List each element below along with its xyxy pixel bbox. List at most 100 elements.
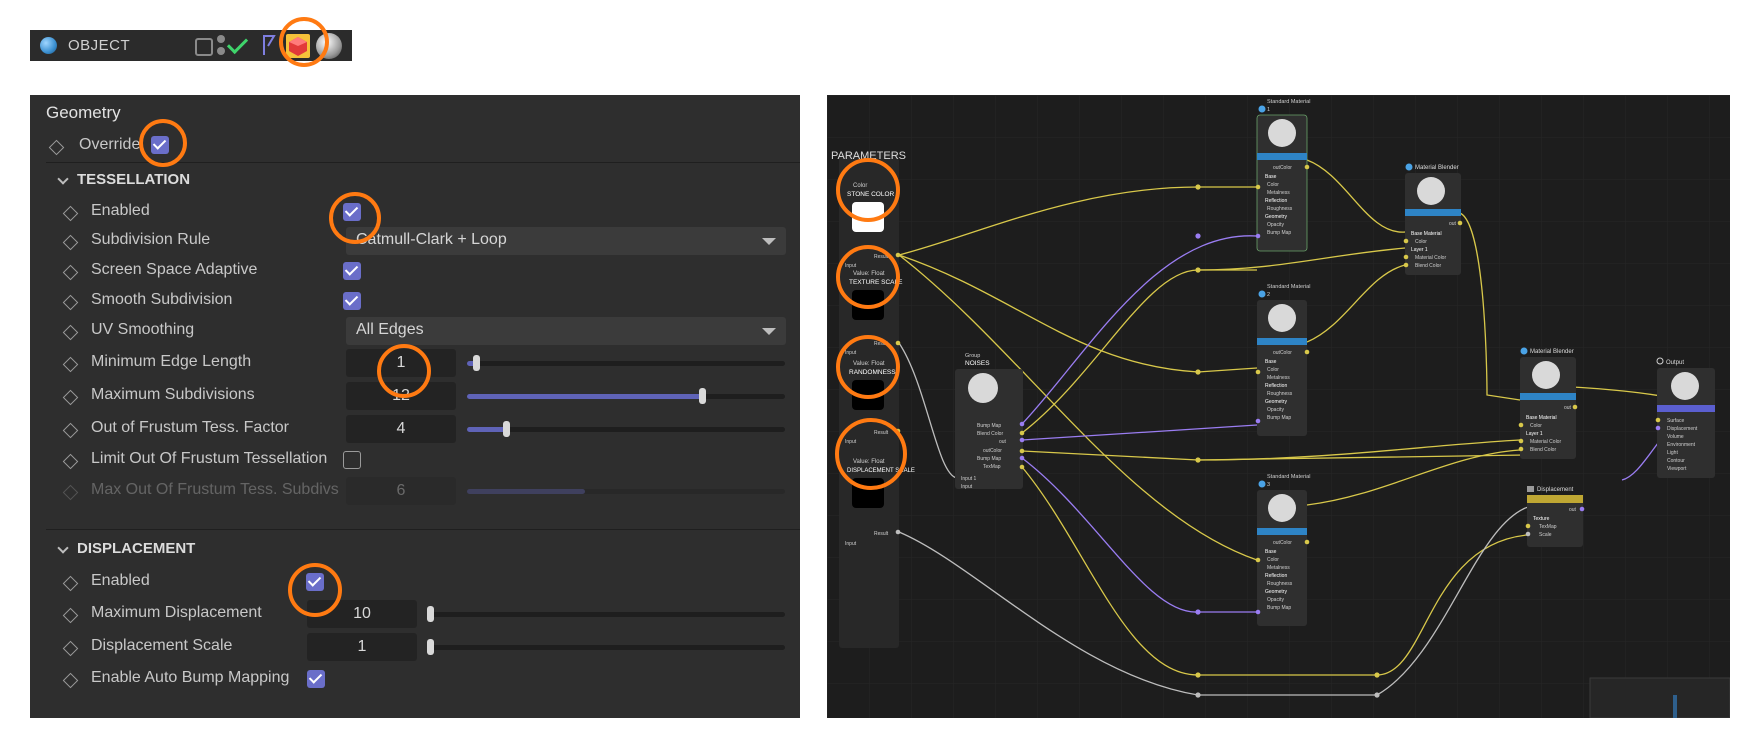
input-port[interactable] bbox=[1403, 262, 1409, 268]
displacement-section-title[interactable]: DISPLACEMENT bbox=[77, 540, 195, 557]
disp-scale-slider-track[interactable] bbox=[427, 645, 785, 650]
junction-dot bbox=[1195, 457, 1201, 463]
keyframe-diamond-icon[interactable] bbox=[62, 607, 79, 624]
screen-space-label: Screen Space Adaptive bbox=[91, 261, 258, 278]
input-port[interactable] bbox=[1518, 446, 1524, 452]
input-port[interactable] bbox=[1403, 238, 1409, 244]
max-disp-slider-track[interactable] bbox=[427, 612, 785, 617]
output-port[interactable] bbox=[1019, 464, 1025, 470]
output-port[interactable] bbox=[1304, 539, 1310, 545]
port-label: Reflection bbox=[1265, 383, 1287, 389]
standard-material-node-2[interactable]: Standard Material 2 outColor Base Color … bbox=[1255, 284, 1311, 436]
output-port[interactable] bbox=[1019, 430, 1025, 436]
keyframe-diamond-icon[interactable] bbox=[48, 139, 65, 156]
output-port[interactable] bbox=[1019, 455, 1025, 461]
output-port[interactable] bbox=[1579, 506, 1585, 512]
check-icon[interactable] bbox=[226, 32, 249, 55]
keyframe-diamond-icon[interactable] bbox=[62, 672, 79, 689]
output-port[interactable] bbox=[1019, 421, 1025, 427]
output-port[interactable] bbox=[1304, 349, 1310, 355]
disp-scale-slider-thumb[interactable] bbox=[427, 639, 434, 655]
min-edge-slider-thumb[interactable] bbox=[473, 355, 480, 371]
output-port[interactable] bbox=[895, 252, 901, 258]
displacement-node[interactable]: Displacement out Texture TexMap Scale bbox=[1525, 486, 1585, 547]
output-port[interactable] bbox=[895, 529, 901, 535]
keyframe-diamond-icon[interactable] bbox=[62, 356, 79, 373]
standard-material-node-1[interactable]: Standard Material 1 outColor Base Color … bbox=[1255, 99, 1311, 252]
keyframe-diamond-icon[interactable] bbox=[62, 640, 79, 657]
highlight-ring bbox=[288, 563, 342, 617]
disp-scale-input[interactable]: 1 bbox=[307, 633, 417, 661]
node-title: Material Blender bbox=[1415, 165, 1459, 171]
output-port[interactable] bbox=[1019, 448, 1025, 454]
chevron-down-icon bbox=[762, 238, 776, 245]
subdivision-rule-select[interactable]: Catmull-Clark + Loop bbox=[346, 227, 786, 255]
frustum-factor-slider-thumb[interactable] bbox=[503, 421, 510, 437]
input-port[interactable] bbox=[1255, 557, 1261, 563]
smooth-subdivision-checkbox[interactable] bbox=[343, 292, 361, 310]
keyframe-diamond-icon bbox=[62, 484, 79, 501]
input-port[interactable] bbox=[1255, 233, 1261, 239]
input-port[interactable] bbox=[1655, 425, 1661, 431]
keyframe-diamond-icon[interactable] bbox=[62, 422, 79, 439]
keyframe-diamond-icon[interactable] bbox=[62, 294, 79, 311]
material-blender-node-1[interactable]: Material Blender out Base Material Color… bbox=[1403, 163, 1463, 276]
max-disp-slider-thumb[interactable] bbox=[427, 606, 434, 622]
input-port[interactable] bbox=[1403, 254, 1409, 260]
input-port[interactable] bbox=[1255, 184, 1261, 190]
output-port[interactable] bbox=[1304, 164, 1310, 170]
limit-frustum-row: Limit Out Of Frustum Tessellation bbox=[30, 446, 800, 474]
material-blender-node-2[interactable]: Material Blender out Base Material Color… bbox=[1518, 347, 1578, 460]
input-port[interactable] bbox=[1655, 417, 1661, 423]
keyframe-diamond-icon[interactable] bbox=[62, 453, 79, 470]
max-subdiv-slider-thumb[interactable] bbox=[699, 388, 706, 404]
noises-group-node[interactable]: Group NOISES Bump Map Blend Color out ou… bbox=[955, 353, 1025, 490]
keyframe-diamond-icon[interactable] bbox=[62, 324, 79, 341]
output-port[interactable] bbox=[1019, 437, 1025, 443]
disp-scale-row: Displacement Scale 1 bbox=[30, 633, 800, 661]
edit-icon[interactable] bbox=[195, 38, 213, 56]
keyframe-diamond-icon[interactable] bbox=[62, 205, 79, 222]
output-port[interactable] bbox=[1572, 404, 1578, 410]
node-graph[interactable]: PARAMETERS Color STONE COLOR Result Inpu… bbox=[827, 95, 1730, 718]
port-label: Bump Map bbox=[1267, 230, 1291, 236]
minimap[interactable] bbox=[1589, 677, 1730, 718]
sphere-preview-icon bbox=[1268, 494, 1296, 522]
tab-title[interactable]: OBJECT bbox=[68, 37, 130, 54]
keyframe-diamond-icon[interactable] bbox=[62, 234, 79, 251]
auto-bump-checkbox[interactable] bbox=[307, 670, 325, 688]
output-port[interactable] bbox=[895, 340, 901, 346]
frustum-factor-slider-track[interactable] bbox=[467, 427, 785, 432]
output-port[interactable] bbox=[1457, 220, 1463, 226]
sphere-preview-icon bbox=[1532, 361, 1560, 389]
max-frustum-slider-fill bbox=[467, 489, 585, 494]
keyframe-diamond-icon[interactable] bbox=[62, 264, 79, 281]
chevron-down-icon[interactable] bbox=[57, 542, 69, 554]
input-port[interactable] bbox=[1525, 523, 1531, 529]
output-node[interactable]: Output Surface Displacement Volume Envir… bbox=[1655, 357, 1715, 478]
chevron-down-icon[interactable] bbox=[57, 173, 69, 185]
dots-icon[interactable] bbox=[217, 35, 225, 43]
node-toolbar bbox=[1657, 405, 1715, 412]
input-port[interactable] bbox=[1518, 438, 1524, 444]
input-port[interactable] bbox=[1518, 422, 1524, 428]
input-port[interactable] bbox=[1255, 418, 1261, 424]
screen-space-checkbox[interactable] bbox=[343, 262, 361, 280]
port-label: Bump Map bbox=[1267, 605, 1291, 611]
port-label: Color bbox=[1530, 423, 1542, 429]
input-port[interactable] bbox=[1255, 609, 1261, 615]
tessellation-section-title[interactable]: TESSELLATION bbox=[77, 171, 190, 188]
frustum-factor-input[interactable]: 4 bbox=[346, 415, 456, 443]
uv-smoothing-select[interactable]: All Edges bbox=[346, 317, 786, 345]
standard-material-node-3[interactable]: Standard Material 3 outColor Base Color … bbox=[1255, 474, 1311, 626]
object-sphere-icon[interactable] bbox=[40, 37, 57, 54]
tag-icon[interactable] bbox=[262, 34, 276, 56]
limit-frustum-checkbox[interactable] bbox=[343, 451, 361, 469]
input-port[interactable] bbox=[1525, 531, 1531, 537]
keyframe-diamond-icon[interactable] bbox=[62, 389, 79, 406]
keyframe-diamond-icon[interactable] bbox=[62, 575, 79, 592]
input-port[interactable] bbox=[1255, 369, 1261, 375]
port-label: Surface bbox=[1667, 418, 1684, 424]
min-edge-slider-track[interactable] bbox=[467, 361, 785, 366]
disp-enabled-row: Enabled bbox=[30, 568, 800, 596]
